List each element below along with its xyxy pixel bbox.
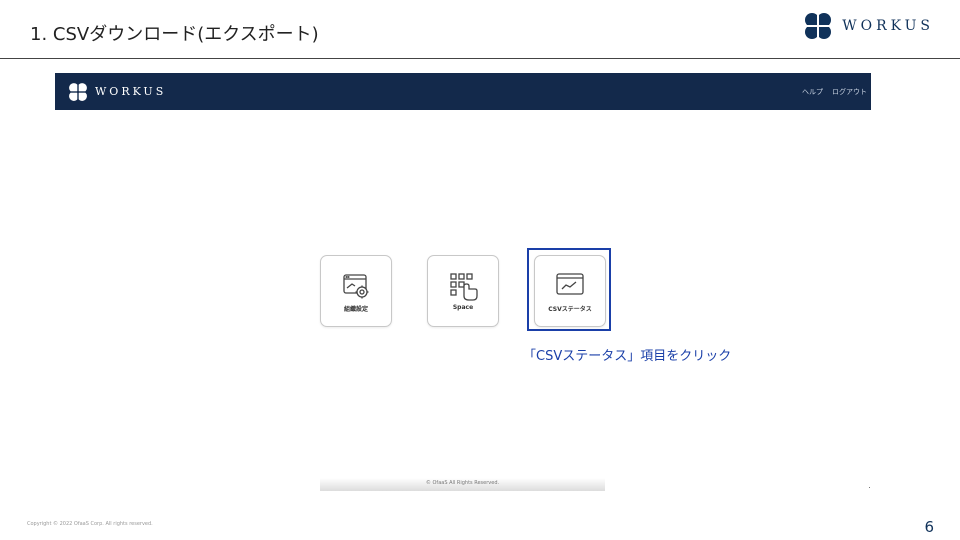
app-header: WORKUS ヘルプ ログアウト [55, 73, 871, 110]
page-number: 6 [924, 518, 934, 536]
org-settings-tile[interactable]: 組織設定 [320, 255, 392, 327]
app-screenshot: WORKUS ヘルプ ログアウト 組織設定 Space CSVステータス © O… [55, 73, 871, 491]
tile-label: Space [452, 304, 474, 311]
instruction-callout: 「CSVステータス」項目をクリック [523, 349, 732, 364]
window-gear-icon [343, 274, 369, 299]
app-logo-text: WORKUS [95, 85, 167, 98]
tile-label: 組織設定 [343, 306, 368, 313]
help-link[interactable]: ヘルプ [802, 87, 823, 97]
copyright: Copyright © 2022 OfaaS Corp. All rights … [27, 521, 153, 527]
space-tile[interactable]: Space [427, 255, 499, 327]
app-logo[interactable]: WORKUS [67, 81, 166, 103]
title-divider [0, 58, 960, 59]
csv-status-highlight-box [527, 248, 611, 331]
clover-logo-icon [805, 13, 832, 39]
workus-brand-logo: WORKUS [802, 10, 934, 42]
brand-text: WORKUS [842, 18, 934, 34]
clover-logo-icon [69, 82, 87, 101]
grid-hand-icon [450, 273, 478, 301]
slide-title: 1. CSVダウンロード(エクスポート) [30, 24, 319, 45]
header-nav: ヘルプ ログアウト [802, 87, 867, 97]
app-footer: © OfaaS All Rights Reserved. [425, 480, 500, 486]
logout-link[interactable]: ログアウト [832, 87, 867, 97]
stray-dot [869, 487, 870, 488]
